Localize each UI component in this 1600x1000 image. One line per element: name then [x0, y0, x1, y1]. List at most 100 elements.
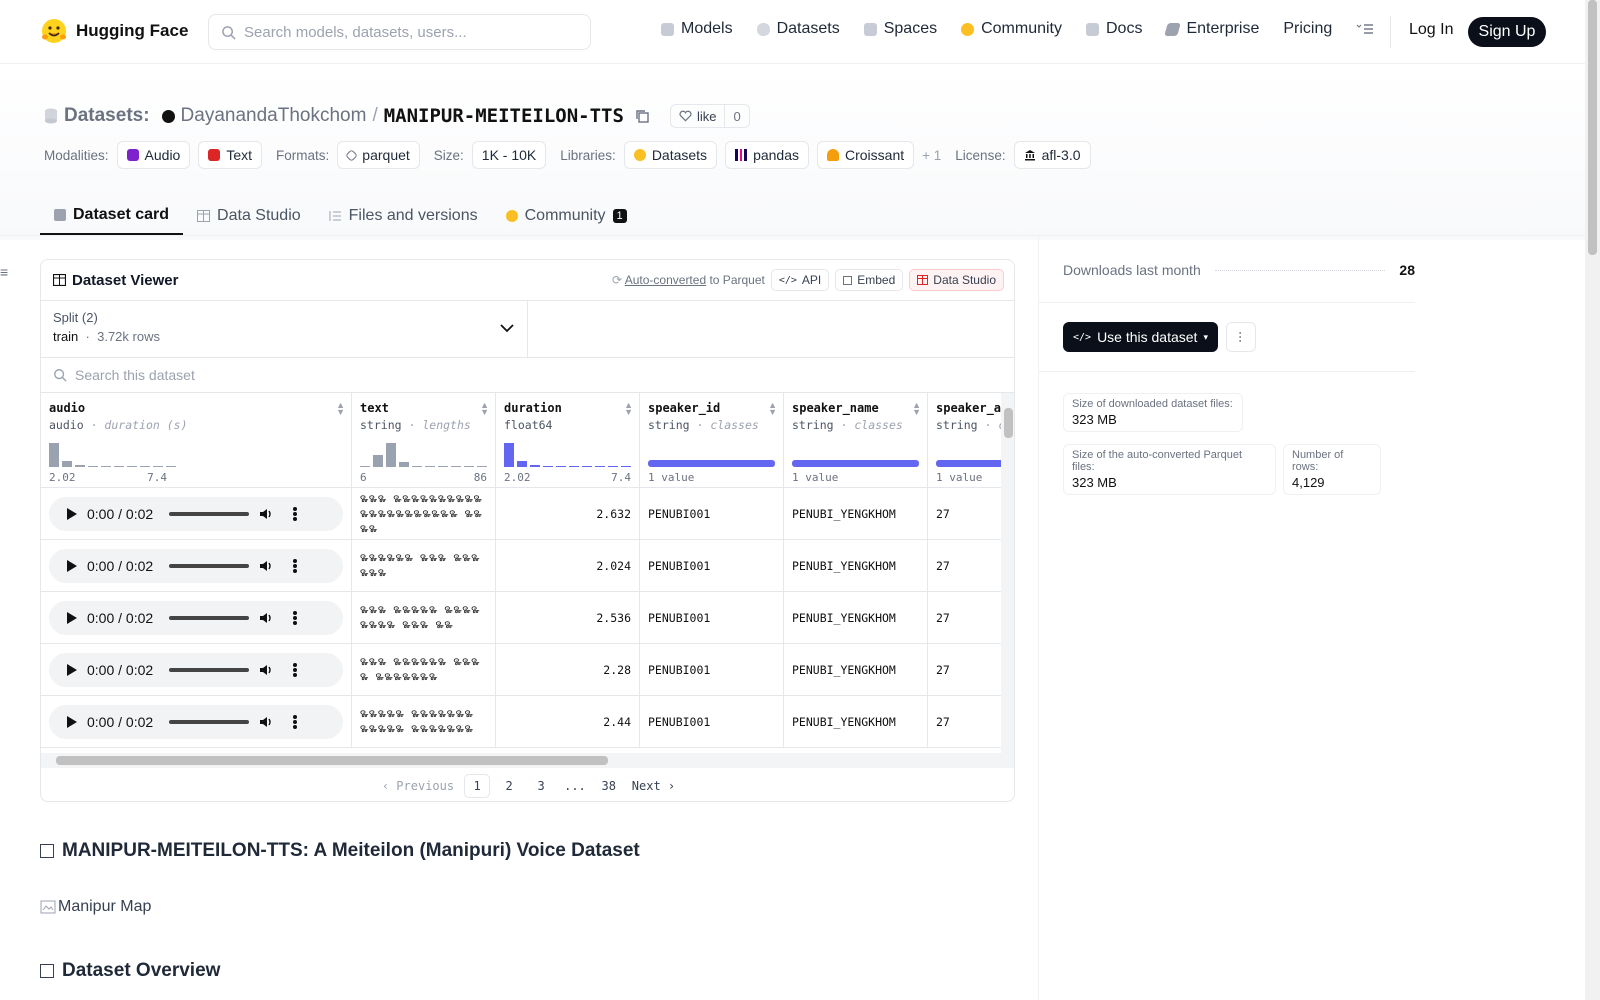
pagination-previous[interactable]: ‹ Previous [378, 774, 458, 798]
more-options-icon[interactable] [293, 507, 297, 521]
histogram-bar[interactable] [386, 443, 396, 467]
nav-pricing[interactable]: Pricing [1283, 20, 1332, 38]
tab-files[interactable]: Files and versions [315, 196, 492, 235]
play-icon[interactable] [67, 560, 77, 572]
libraries-more[interactable]: + 1 [922, 148, 941, 163]
volume-icon[interactable] [259, 611, 273, 625]
audio-player[interactable]: 0:00 / 0:02 [49, 653, 343, 687]
data-studio-button[interactable]: Data Studio [909, 269, 1004, 291]
histogram-bar[interactable] [608, 466, 618, 467]
histogram-bar[interactable] [582, 466, 592, 467]
sort-icon[interactable]: ▲ ▼ [768, 401, 777, 417]
volume-icon[interactable] [259, 715, 273, 729]
class-distribution-bar[interactable] [792, 460, 919, 467]
like-count[interactable]: 0 [725, 109, 748, 124]
audio-progress-slider[interactable] [169, 512, 249, 516]
breadcrumb-owner[interactable]: DayanandaThokchom [181, 105, 367, 127]
library-pandas-chip[interactable]: pandas [725, 141, 809, 169]
histogram-bar[interactable] [543, 466, 553, 467]
column-header-speaker-id[interactable]: speaker_id string · classes ▲ ▼ 1 value [640, 393, 784, 488]
table-row[interactable]: 0:00 / 0:02 ꯳꯳꯳ ꯳꯳꯳꯳꯳ ꯳꯳꯳꯳ ꯳꯳꯳꯳ ꯳꯳꯳ ꯳꯳ 2… [41, 592, 1001, 644]
histogram-bar[interactable] [399, 462, 409, 467]
viewer-search[interactable] [41, 357, 1014, 393]
modality-audio-chip[interactable]: Audio [116, 141, 191, 169]
more-options-icon[interactable] [293, 611, 297, 625]
page-scrollbar[interactable] [1585, 0, 1600, 1000]
histogram-bar[interactable] [621, 466, 631, 467]
page-2[interactable]: 2 [496, 774, 522, 798]
auto-converted-note[interactable]: ⟳ Auto-converted to Parquet [612, 273, 765, 287]
histogram-bar[interactable] [464, 466, 474, 467]
audio-progress-slider[interactable] [169, 720, 249, 724]
histogram-bar[interactable] [360, 466, 370, 467]
histogram-bar[interactable] [477, 466, 487, 467]
nav-enterprise[interactable]: Enterprise [1164, 20, 1259, 38]
histogram-bar[interactable] [451, 466, 461, 467]
sort-icon[interactable]: ▲ ▼ [624, 401, 633, 417]
nav-community[interactable]: Community [961, 20, 1062, 38]
split-selector[interactable]: Split (2) train · 3.72k rows [41, 301, 528, 357]
nav-datasets[interactable]: Datasets [756, 20, 840, 38]
auto-converted-link[interactable]: Auto-converted [625, 273, 706, 287]
histogram-bar[interactable] [166, 466, 176, 467]
volume-icon[interactable] [259, 663, 273, 677]
histogram-bar[interactable] [114, 466, 124, 467]
nav-models[interactable]: Models [661, 20, 733, 38]
histogram-audio[interactable] [49, 439, 176, 467]
play-icon[interactable] [67, 508, 77, 520]
nav-more-menu[interactable] [1356, 23, 1374, 35]
page-3[interactable]: 3 [528, 774, 554, 798]
global-search-input[interactable] [244, 23, 564, 41]
histogram-text[interactable] [360, 439, 487, 467]
tab-data-studio[interactable]: Data Studio [183, 196, 315, 235]
toc-toggle-icon[interactable]: ≡ [0, 264, 8, 280]
viewer-search-input[interactable] [75, 367, 575, 383]
histogram-bar[interactable] [504, 443, 514, 467]
nav-spaces[interactable]: Spaces [863, 20, 937, 38]
audio-player[interactable]: 0:00 / 0:02 [49, 549, 343, 583]
volume-icon[interactable] [259, 507, 273, 521]
size-chip[interactable]: 1K - 10K [471, 141, 547, 169]
table-horizontal-scrollbar[interactable] [41, 753, 1014, 768]
play-icon[interactable] [67, 716, 77, 728]
table-row[interactable]: 0:00 / 0:02 ꯳꯳꯳꯳꯳꯳ ꯳꯳꯳ ꯳꯳꯳꯳꯳꯳ 2.024 PENU… [41, 540, 1001, 592]
breadcrumb-datasets[interactable]: Datasets: [64, 105, 150, 127]
histogram-bar[interactable] [88, 466, 98, 467]
format-parquet-chip[interactable]: parquet [337, 141, 420, 169]
sort-icon[interactable]: ▲ ▼ [336, 401, 345, 417]
column-header-speaker-name[interactable]: speaker_name string · classes ▲ ▼ 1 value [784, 393, 928, 488]
audio-progress-slider[interactable] [169, 564, 249, 568]
histogram-bar[interactable] [49, 443, 59, 467]
audio-player[interactable]: 0:00 / 0:02 [49, 705, 343, 739]
histogram-bar[interactable] [127, 466, 137, 467]
dataset-name[interactable]: MANIPUR-MEITEILON-TTS [384, 105, 624, 127]
library-croissant-chip[interactable]: Croissant [817, 141, 915, 169]
use-this-dataset-button[interactable]: </> Use this dataset ▾ [1063, 322, 1218, 352]
pagination-next[interactable]: Next › [628, 774, 679, 798]
login-link[interactable]: Log In [1409, 21, 1453, 39]
tab-dataset-card[interactable]: Dataset card [40, 196, 184, 235]
class-distribution-bar[interactable] [936, 460, 1001, 467]
histogram-bar[interactable] [530, 465, 540, 467]
histogram-bar[interactable] [75, 465, 85, 467]
scrollbar-thumb[interactable] [1004, 408, 1013, 438]
column-header-duration[interactable]: duration float64 ▲ ▼ 2.02 7.4 [496, 393, 640, 488]
api-button[interactable]: </> API [770, 269, 830, 291]
table-row[interactable]: 0:00 / 0:02 ꯳꯳꯳ ꯳꯳꯳꯳꯳꯳ ꯳꯳꯳꯳ ꯳꯳꯳꯳꯳꯳꯳ 2.28… [41, 644, 1001, 696]
nav-docs[interactable]: Docs [1086, 20, 1142, 38]
more-options-icon[interactable] [293, 715, 297, 729]
audio-progress-slider[interactable] [169, 668, 249, 672]
audio-progress-slider[interactable] [169, 616, 249, 620]
play-icon[interactable] [67, 612, 77, 624]
global-search[interactable] [208, 14, 591, 50]
histogram-bar[interactable] [153, 466, 163, 467]
histogram-bar[interactable] [140, 466, 150, 467]
histogram-bar[interactable] [412, 466, 422, 467]
audio-player[interactable]: 0:00 / 0:02 [49, 497, 343, 531]
histogram-duration[interactable] [504, 439, 631, 467]
copy-icon[interactable] [634, 108, 650, 124]
histogram-bar[interactable] [556, 466, 566, 467]
audio-player[interactable]: 0:00 / 0:02 [49, 601, 343, 635]
table-row[interactable]: 0:00 / 0:02 ꯳꯳꯳ ꯳꯳꯳꯳꯳꯳꯳꯳꯳꯳ ꯳꯳꯳꯳꯳꯳꯳꯳꯳꯳꯳ ꯳… [41, 488, 1001, 540]
sort-icon[interactable]: ▲ ▼ [912, 401, 921, 417]
